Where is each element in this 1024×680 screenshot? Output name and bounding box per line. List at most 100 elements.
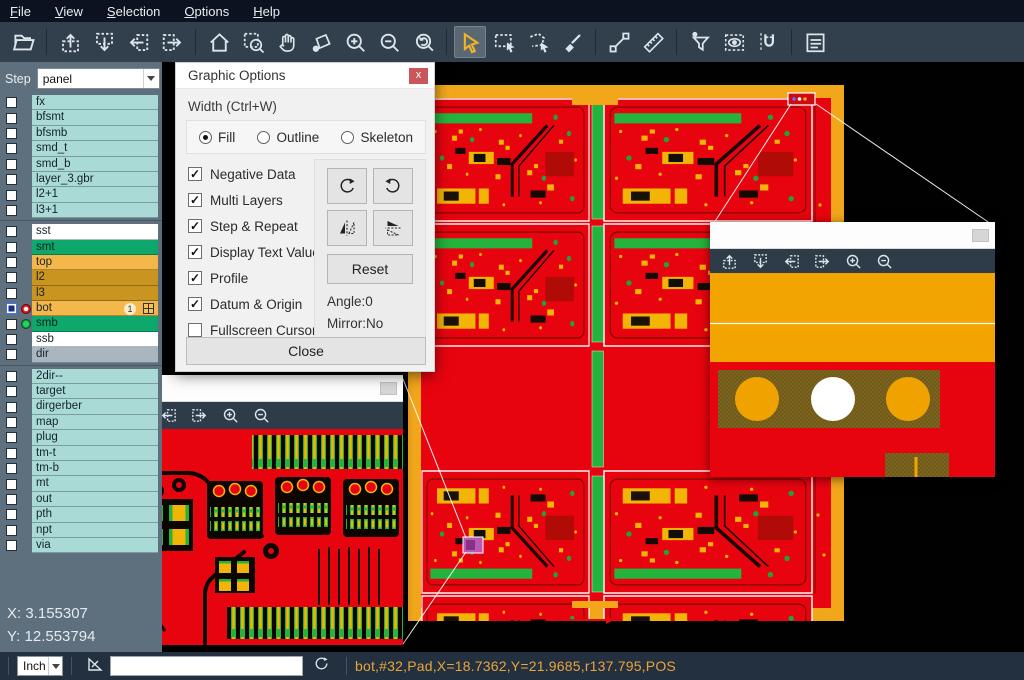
layer-checkbox[interactable] [6,159,17,170]
layer-row[interactable]: bfsmb [0,126,162,141]
layer-row[interactable]: npt [0,523,162,538]
layer-name[interactable]: smd_t [32,141,158,156]
layer-checkbox[interactable] [6,417,17,428]
rotate-cw-button[interactable] [327,168,367,204]
layer-checkbox[interactable] [6,242,17,253]
layer-name[interactable]: out [32,492,158,507]
layer-row[interactable]: l3+1 [0,203,162,218]
menu-file[interactable]: File [10,4,31,19]
layer-checkbox[interactable] [6,319,17,330]
pan-hand-icon[interactable] [271,26,303,58]
layer-checkbox[interactable] [6,174,17,185]
width-mode-radio[interactable]: Outline [257,130,319,145]
zoom-polygon-icon[interactable] [305,26,337,58]
layer-name[interactable]: smb [32,316,158,331]
menu-options[interactable]: Options [184,4,229,19]
layer-checkbox[interactable] [6,128,17,139]
move-up-icon[interactable] [720,252,739,271]
layer-row[interactable]: ssb [0,332,162,347]
close-button[interactable]: Close [186,337,426,365]
layer-row[interactable]: plug [0,430,162,445]
close-icon[interactable]: x [409,68,428,84]
layer-row[interactable]: layer_3.gbr [0,172,162,187]
layer-name[interactable]: l2 [32,270,158,285]
layer-row[interactable]: mt [0,476,162,491]
layer-checkbox[interactable] [6,97,17,108]
layer-checkbox[interactable] [6,371,17,382]
layer-name[interactable]: mt [32,476,158,491]
layer-row[interactable]: l3 [0,286,162,301]
layer-checkbox[interactable] [6,303,17,314]
layer-name[interactable]: smd_b [32,157,158,172]
layer-checkbox[interactable] [6,494,17,505]
layer-name[interactable]: 2dir-- [32,369,158,384]
move-right-icon[interactable] [813,252,832,271]
clean-brush-icon[interactable] [556,26,588,58]
layer-name[interactable]: pth [32,507,158,522]
zoom-out-icon[interactable] [875,252,894,271]
layer-name[interactable]: sst [32,224,158,239]
layer-name[interactable]: bfsmt [32,110,158,125]
menu-help[interactable]: Help [253,4,280,19]
layer-row[interactable]: smt [0,240,162,255]
move-left-icon[interactable] [782,252,801,271]
mirror-horizontal-button[interactable] [327,210,367,246]
layer-row[interactable]: l2 [0,270,162,285]
select-polygon-icon[interactable] [522,26,554,58]
layer-name[interactable]: ssb [32,332,158,347]
layer-name[interactable]: target [32,384,158,399]
magnifier-popup-right[interactable] [710,222,995,477]
zoom-out-icon[interactable] [373,26,405,58]
zoom-out-icon[interactable] [252,406,271,425]
move-right-icon[interactable] [156,26,188,58]
layer-checkbox[interactable] [6,288,17,299]
layer-row[interactable]: smd_t [0,141,162,156]
layer-checkbox[interactable] [6,448,17,459]
layer-name[interactable]: plug [32,430,158,445]
option-checkbox-item[interactable]: ✓ Profile [188,265,320,291]
magnified-pad-view[interactable] [710,273,995,477]
layer-row[interactable]: dir [0,347,162,362]
layer-row[interactable]: dirgerber [0,399,162,414]
layer-name[interactable]: dirgerber [32,399,158,414]
layer-checkbox[interactable] [6,349,17,360]
view-box-icon[interactable] [718,26,750,58]
layer-row[interactable]: l2+1 [0,187,162,202]
layer-checkbox[interactable] [6,509,17,520]
layer-name[interactable]: dir [32,347,158,362]
layer-row[interactable]: target [0,384,162,399]
select-rectangle-icon[interactable] [488,26,520,58]
layers-panel-icon[interactable] [799,26,831,58]
layer-name[interactable]: bfsmb [32,126,158,141]
popup-button[interactable] [972,229,989,242]
layer-row[interactable]: tm-b [0,461,162,476]
layer-row[interactable]: out [0,492,162,507]
option-checkbox-item[interactable]: ✓ Datum & Origin [188,291,320,317]
layer-row[interactable]: sst [0,224,162,239]
layer-checkbox[interactable] [6,334,17,345]
layer-name[interactable]: layer_3.gbr [32,172,158,187]
reset-button[interactable]: Reset [327,254,413,284]
layer-row[interactable]: smd_b [0,157,162,172]
menu-selection[interactable]: Selection [107,4,160,19]
option-checkbox-item[interactable]: ✓ Display Text Value [188,239,320,265]
layer-name[interactable]: via [32,538,158,553]
width-mode-radio[interactable]: Skeleton [341,130,413,145]
option-checkbox-item[interactable]: ✓ Multi Layers [188,187,320,213]
move-right-icon[interactable] [190,406,209,425]
move-up-icon[interactable] [54,26,86,58]
layer-name[interactable]: tm-b [32,461,158,476]
layer-checkbox[interactable] [6,143,17,154]
layer-row[interactable]: top [0,255,162,270]
layer-name[interactable]: bot 1 [32,301,158,316]
layer-name[interactable]: fx [32,95,158,110]
layer-name[interactable]: l2+1 [32,187,158,202]
snap-magnet-icon[interactable] [752,26,784,58]
layer-row[interactable]: fx [0,95,162,110]
refresh-icon[interactable] [313,655,330,677]
layer-row[interactable]: bfsmt [0,110,162,125]
option-checkbox-item[interactable]: ✓ Step & Repeat [188,213,320,239]
move-left-icon[interactable] [122,26,154,58]
open-folder-icon[interactable] [7,26,39,58]
layer-checkbox[interactable] [6,479,17,490]
